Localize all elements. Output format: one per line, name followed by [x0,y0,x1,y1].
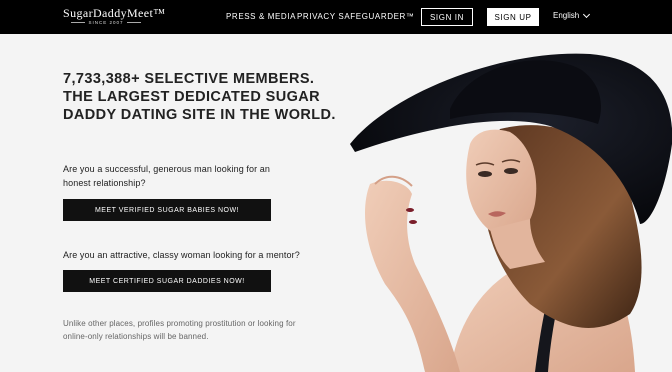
question-for-women: Are you an attractive, classy woman look… [63,250,300,260]
top-navigation-bar: SugarDaddyMeet™ SINCE 2007 PRESS & MEDIA… [0,0,672,34]
meet-sugar-daddies-button[interactable]: MEET CERTIFIED SUGAR DADDIES NOW! [63,270,271,292]
hero-headline: 7,733,388+ SELECTIVE MEMBERS. THE LARGES… [63,71,336,123]
logo-wordmark: SugarDaddyMeet™ [63,6,166,20]
woman-in-hat-illustration [330,34,672,372]
chevron-down-icon [583,10,591,18]
nav-press-media-link[interactable]: PRESS & MEDIA [226,12,296,21]
language-selector[interactable]: English [553,10,591,20]
question-for-men: Are you a successful, generous man looki… [63,164,271,188]
language-label: English [553,11,580,20]
meet-sugar-babies-button[interactable]: MEET VERIFIED SUGAR BABIES NOW! [63,199,271,221]
sign-up-button[interactable]: SIGN UP [487,8,539,26]
sign-in-button[interactable]: SIGN IN [421,8,473,26]
site-logo[interactable]: SugarDaddyMeet™ SINCE 2007 [63,7,165,25]
hero-photo [330,34,672,372]
disclaimer-text: Unlike other places, profiles promoting … [63,319,296,341]
nav-privacy-safeguarder-link[interactable]: PRIVACY SAFEGUARDER™ [297,12,415,21]
logo-since-tagline: SINCE 2007 [63,20,149,25]
